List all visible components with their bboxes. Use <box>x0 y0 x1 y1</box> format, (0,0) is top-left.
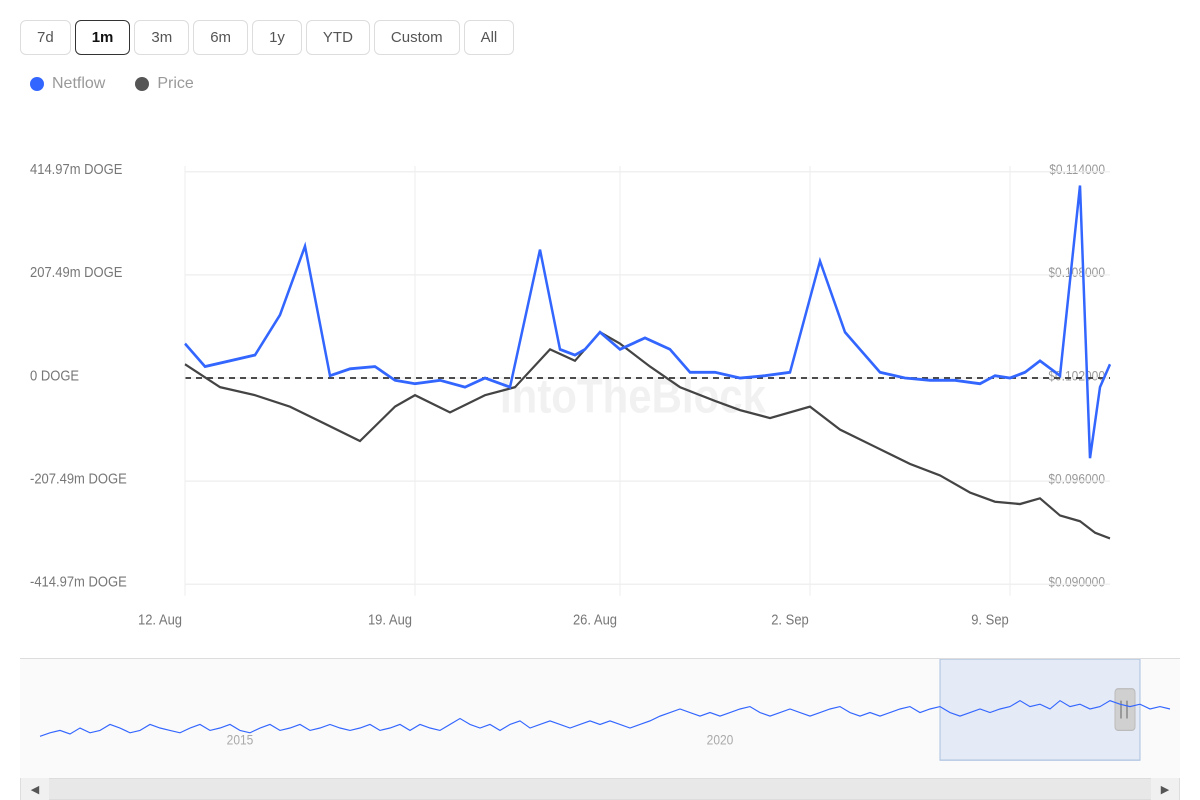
svg-text:19. Aug: 19. Aug <box>368 611 412 628</box>
scroll-bar: ◀ ▶ <box>20 778 1180 800</box>
price-dot <box>135 77 149 91</box>
price-label: Price <box>157 75 193 93</box>
watermark-text: IntoTheBlock <box>500 369 767 423</box>
legend-price: Price <box>135 75 193 93</box>
svg-text:2015: 2015 <box>227 732 254 748</box>
btn-3m[interactable]: 3m <box>134 20 189 55</box>
btn-6m[interactable]: 6m <box>193 20 248 55</box>
btn-1y[interactable]: 1y <box>252 20 302 55</box>
chart-legend: Netflow Price <box>20 75 1180 93</box>
scroll-right-button[interactable]: ▶ <box>1151 778 1179 800</box>
price-line <box>185 332 1110 538</box>
svg-text:$0.108000: $0.108000 <box>1048 264 1105 280</box>
main-chart-svg: IntoTheBlock 414.97m DOGE 207.49m DOGE 0… <box>20 103 1180 653</box>
svg-text:207.49m DOGE: 207.49m DOGE <box>30 263 122 280</box>
svg-text:$0.096000: $0.096000 <box>1048 471 1105 487</box>
svg-text:414.97m DOGE: 414.97m DOGE <box>30 160 122 177</box>
svg-text:$0.102000: $0.102000 <box>1048 368 1105 384</box>
svg-text:2020: 2020 <box>707 732 734 748</box>
svg-text:26. Aug: 26. Aug <box>573 611 617 628</box>
main-container: 7d 1m 3m 6m 1y YTD Custom All Netflow Pr… <box>0 0 1200 800</box>
svg-text:-414.97m DOGE: -414.97m DOGE <box>30 573 127 590</box>
btn-all[interactable]: All <box>464 20 515 55</box>
netflow-dot <box>30 77 44 91</box>
navigator-svg: 2015 2020 <box>20 659 1180 778</box>
btn-1m[interactable]: 1m <box>75 20 131 55</box>
svg-text:0 DOGE: 0 DOGE <box>30 366 79 383</box>
svg-text:9. Sep: 9. Sep <box>971 611 1009 628</box>
navigator-wrapper: 2015 2020 <box>20 658 1180 778</box>
btn-ytd[interactable]: YTD <box>306 20 370 55</box>
main-chart-wrapper: IntoTheBlock 414.97m DOGE 207.49m DOGE 0… <box>20 103 1180 653</box>
legend-netflow: Netflow <box>30 75 105 93</box>
time-range-bar: 7d 1m 3m 6m 1y YTD Custom All <box>20 20 1180 55</box>
svg-text:-207.49m DOGE: -207.49m DOGE <box>30 470 127 487</box>
svg-text:12. Aug: 12. Aug <box>138 611 182 628</box>
svg-text:2. Sep: 2. Sep <box>771 611 809 628</box>
svg-text:$0.114000: $0.114000 <box>1049 161 1105 177</box>
scroll-track[interactable] <box>49 779 1151 799</box>
btn-custom[interactable]: Custom <box>374 20 460 55</box>
scroll-left-button[interactable]: ◀ <box>21 778 49 800</box>
netflow-label: Netflow <box>52 75 105 93</box>
btn-7d[interactable]: 7d <box>20 20 71 55</box>
chart-area: IntoTheBlock 414.97m DOGE 207.49m DOGE 0… <box>20 103 1180 800</box>
svg-text:$0.090000: $0.090000 <box>1048 574 1105 590</box>
